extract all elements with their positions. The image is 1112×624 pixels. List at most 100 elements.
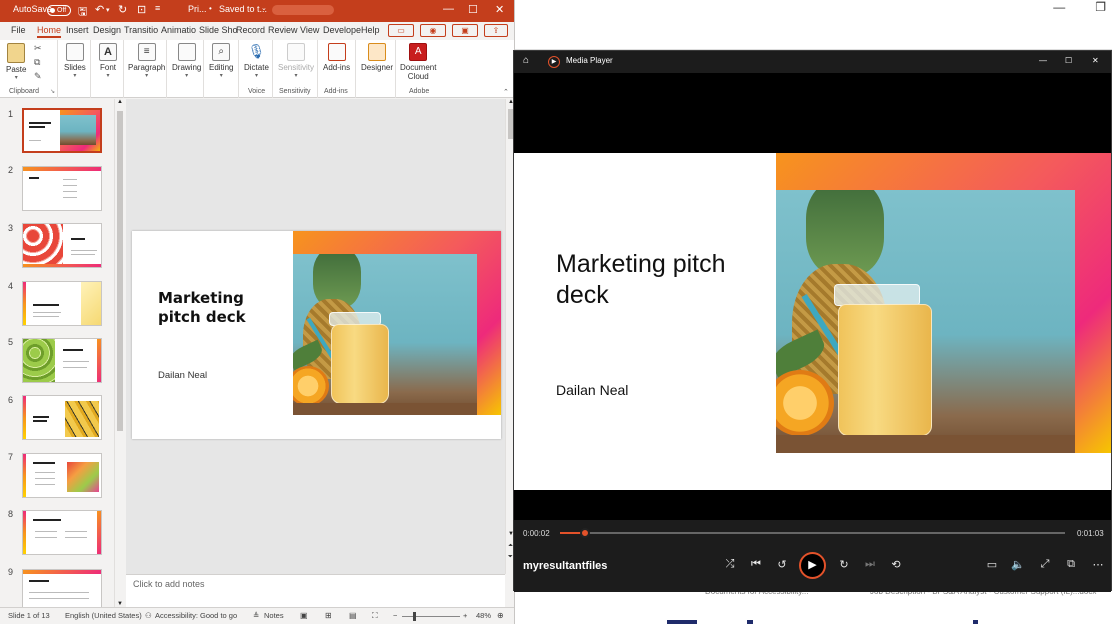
captions-icon[interactable]: ▭ [983, 558, 1001, 571]
customize-toolbar-icon[interactable]: ≡ [155, 3, 160, 13]
add-ins-button[interactable]: Add-ins [323, 43, 350, 72]
fit-slide-icon[interactable]: ⊕ [497, 611, 504, 620]
mini-player-icon[interactable]: ⧉ [1062, 558, 1080, 571]
undo-dropdown-icon[interactable]: ▾ [106, 6, 110, 14]
slide-counter[interactable]: Slide 1 of 13 [8, 611, 50, 620]
search-box[interactable] [272, 5, 334, 15]
slide-thumbnail-1[interactable] [22, 108, 102, 153]
tab-developer[interactable]: Develope [323, 25, 361, 35]
sensitivity-button[interactable]: Sensitivity ▾ [278, 43, 314, 79]
drawing-button[interactable]: Drawing ▾ [172, 43, 201, 79]
document-cloud-button[interactable]: A Document Cloud [400, 43, 436, 81]
font-button[interactable]: A Font ▾ [99, 43, 117, 79]
notes-pane[interactable]: Click to add notes [126, 574, 505, 607]
language-indicator[interactable]: English (United States) [65, 611, 142, 620]
tab-view[interactable]: View [300, 25, 319, 35]
slide-thumbnail-4[interactable] [22, 281, 102, 326]
cut-icon[interactable]: ✂ [34, 43, 42, 54]
accessibility-status[interactable]: Accessibility: Good to go [155, 611, 237, 620]
zoom-level[interactable]: 48% [476, 611, 491, 620]
slides-button[interactable]: Slides ▾ [64, 43, 86, 79]
tab-design[interactable]: Design [93, 25, 121, 35]
save-icon[interactable]: 🖫 [78, 3, 87, 22]
notes-icon[interactable]: ≜ [253, 611, 259, 620]
accessibility-icon[interactable]: ⚇ [145, 611, 152, 620]
dialog-launcher-icon[interactable]: ↘ [50, 88, 55, 95]
tab-file[interactable]: File [11, 25, 26, 35]
file-name[interactable]: Pri... [188, 4, 207, 14]
slide-thumbnail-2[interactable] [22, 166, 102, 211]
designer-button[interactable]: Designer [361, 43, 393, 72]
skip-back-10-icon[interactable]: ↺ [773, 558, 791, 571]
current-slide[interactable]: Marketing pitch deck Dailan Neal [132, 231, 501, 439]
slide-title[interactable]: Marketing pitch deck [158, 289, 278, 327]
skip-forward-30-icon[interactable]: ↻ [835, 558, 853, 571]
paste-button[interactable]: Paste ▾ [6, 43, 26, 81]
seek-bar-thumb[interactable] [580, 528, 591, 538]
minimize-icon[interactable]: — [1053, 0, 1065, 14]
chevron-down-icon[interactable]: ⌄ [261, 4, 267, 12]
close-icon[interactable]: ✕ [1092, 56, 1099, 65]
present-icon[interactable]: ⊡ [137, 3, 146, 16]
slide-show-icon[interactable]: ⛶ [372, 611, 378, 621]
seek-bar[interactable] [560, 528, 1065, 538]
normal-view-icon[interactable]: ▣ [300, 611, 308, 620]
notes-button[interactable]: Notes [264, 611, 284, 620]
slide-subtitle[interactable]: Dailan Neal [158, 370, 207, 381]
slide-thumbnail-7[interactable] [22, 453, 102, 498]
next-icon[interactable]: ⏭ [861, 558, 879, 571]
minimize-icon[interactable]: — [443, 3, 454, 15]
tab-slide-show[interactable]: Slide Sho [199, 25, 238, 35]
paragraph-button[interactable]: ≡ Paragraph ▾ [128, 43, 165, 79]
thumbnail-text-line [71, 250, 97, 251]
fullscreen-icon[interactable]: ⤢ [1036, 558, 1054, 571]
slide-sorter-icon[interactable]: ⊞ [325, 611, 332, 620]
slide-thumbnail-8[interactable] [22, 510, 102, 555]
volume-icon[interactable]: 🔈 [1009, 558, 1027, 571]
record-button[interactable]: ◉ [420, 24, 446, 37]
tab-insert[interactable]: Insert [66, 25, 89, 35]
tab-home[interactable]: Home [37, 25, 62, 38]
shuffle-icon[interactable]: ⤮ [721, 558, 739, 571]
collapse-ribbon-icon[interactable]: ⌃ [503, 88, 509, 96]
redo-icon[interactable]: ↻ [118, 3, 127, 16]
video-frame[interactable]: Marketing pitch deck Dailan Neal [514, 153, 1111, 490]
maximize-icon[interactable]: ❐ [1095, 0, 1106, 14]
tab-record[interactable]: Record [236, 25, 265, 35]
play-button[interactable]: ▶ [799, 552, 826, 579]
scroll-up-icon[interactable]: ▲ [117, 99, 123, 105]
tab-help[interactable]: Help [361, 25, 380, 35]
minimize-icon[interactable]: — [1039, 56, 1047, 65]
share-button[interactable]: ⇪ [484, 24, 508, 37]
save-status[interactable]: Saved to t... [219, 4, 267, 14]
tab-review[interactable]: Review [268, 25, 298, 35]
slide-thumbnail-3[interactable] [22, 223, 102, 268]
more-options-icon[interactable]: ⋯ [1089, 558, 1107, 571]
dictate-button[interactable]: 🎙 Dictate ▾ [244, 43, 269, 79]
reading-view-icon[interactable]: ▤ [349, 611, 357, 620]
comments-button[interactable]: ▭ [388, 24, 414, 37]
previous-icon[interactable]: ⏮ [747, 558, 765, 571]
teams-button[interactable]: ▣ [452, 24, 478, 37]
slide-thumbnail-5[interactable] [22, 338, 102, 383]
repeat-icon[interactable]: ⟲ [887, 558, 905, 571]
tab-animations[interactable]: Animatio [161, 25, 196, 35]
close-icon[interactable]: ✕ [495, 3, 504, 16]
autosave-toggle[interactable]: Off [47, 5, 71, 16]
editing-button[interactable]: ⌕ Editing ▾ [209, 43, 233, 79]
zoom-slider[interactable] [402, 616, 460, 617]
scrollbar-thumb[interactable] [117, 111, 123, 431]
slide-thumbnail-6[interactable] [22, 395, 102, 440]
slide-thumbnail-9[interactable] [22, 569, 102, 607]
format-painter-icon[interactable]: ✎ [34, 71, 42, 82]
maximize-icon[interactable]: ☐ [468, 3, 478, 16]
copy-icon[interactable]: ⧉ [34, 57, 40, 68]
zoom-slider-thumb[interactable] [413, 612, 416, 621]
zoom-in-icon[interactable]: + [463, 611, 467, 620]
thumbnail-scrollbar[interactable]: ▲ ▼ [114, 99, 124, 607]
tab-transitions[interactable]: Transitio [124, 25, 158, 35]
zoom-out-icon[interactable]: − [393, 611, 397, 620]
maximize-icon[interactable]: ☐ [1065, 56, 1072, 65]
undo-icon[interactable]: ↶ [95, 3, 104, 16]
home-icon[interactable]: ⌂ [523, 55, 529, 66]
